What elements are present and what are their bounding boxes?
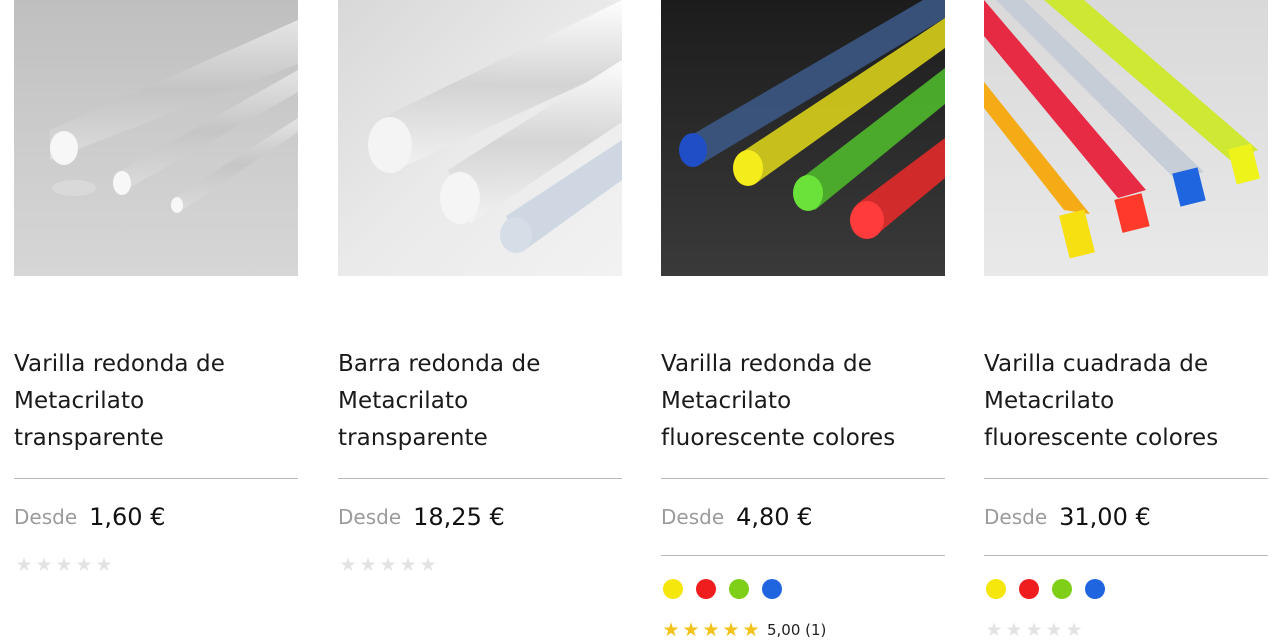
product-title-line: Varilla cuadrada de (984, 351, 1209, 377)
color-swatch-blue[interactable] (1085, 579, 1105, 599)
price-value: 4,80 € (736, 503, 813, 531)
price-row: Desde 1,60 € (14, 500, 165, 534)
star-icon: ★ (662, 619, 680, 640)
price-row: Desde 31,00 € (984, 500, 1151, 534)
star-icon: ★ (399, 554, 417, 576)
product-title-line: Metacrilato (984, 388, 1115, 414)
product-title-line: transparente (338, 425, 488, 451)
product-title-line: transparente (14, 425, 164, 451)
product-title-line: fluorescente colores (661, 425, 896, 451)
color-swatch-green[interactable] (1052, 579, 1072, 599)
color-swatch-red[interactable] (1019, 579, 1039, 599)
star-icon: ★ (339, 554, 357, 576)
price-value: 31,00 € (1059, 503, 1151, 531)
color-swatches (986, 579, 1118, 599)
star-icon: ★ (742, 619, 760, 640)
product-title-line: Varilla redonda de (14, 351, 225, 377)
product-title-line: Metacrilato (14, 388, 145, 414)
star-icon: ★ (419, 554, 437, 576)
product-title-line: Metacrilato (661, 388, 792, 414)
star-icon: ★ (985, 619, 1003, 640)
product-title[interactable]: Varilla redonda de Metacrilato fluoresce… (661, 346, 945, 457)
price-value: 18,25 € (413, 503, 505, 531)
star-icon: ★ (1065, 619, 1083, 640)
star-icon: ★ (1045, 619, 1063, 640)
divider (661, 478, 945, 479)
star-icon: ★ (55, 554, 73, 576)
color-swatch-blue[interactable] (762, 579, 782, 599)
star-icon: ★ (359, 554, 377, 576)
price-row: Desde 18,25 € (338, 500, 505, 534)
rating-count: 5,00 (1) (767, 621, 827, 639)
product-title-line: Metacrilato (338, 388, 469, 414)
product-title[interactable]: Barra redonda de Metacrilato transparent… (338, 346, 622, 457)
star-icon: ★ (75, 554, 93, 576)
divider (984, 478, 1268, 479)
product-title-line: Varilla redonda de (661, 351, 872, 377)
product-card[interactable]: Varilla redonda de Metacrilato fluoresce… (661, 0, 945, 640)
star-rating[interactable]: ★ ★ ★ ★ ★ 5,00 (1) (661, 620, 826, 640)
divider (14, 478, 298, 479)
product-card[interactable]: Barra redonda de Metacrilato transparent… (338, 0, 622, 640)
divider (984, 555, 1268, 556)
product-grid: Varilla redonda de Metacrilato transpare… (0, 0, 1280, 640)
product-card[interactable]: Varilla redonda de Metacrilato transpare… (14, 0, 298, 640)
star-icon: ★ (379, 554, 397, 576)
divider (661, 555, 945, 556)
color-swatch-yellow[interactable] (986, 579, 1006, 599)
star-icon: ★ (95, 554, 113, 576)
product-title-line: Barra redonda de (338, 351, 541, 377)
price-prefix: Desde (661, 505, 725, 529)
product-image[interactable] (984, 0, 1268, 276)
star-rating: ★ ★ ★ ★ ★ (984, 620, 1084, 640)
product-card[interactable]: Varilla cuadrada de Metacrilato fluoresc… (984, 0, 1268, 640)
price-prefix: Desde (338, 505, 402, 529)
color-swatch-red[interactable] (696, 579, 716, 599)
product-image[interactable] (14, 0, 298, 276)
color-swatch-yellow[interactable] (663, 579, 683, 599)
star-icon: ★ (1025, 619, 1043, 640)
star-icon: ★ (702, 619, 720, 640)
product-title[interactable]: Varilla redonda de Metacrilato transpare… (14, 346, 298, 457)
product-title-line: fluorescente colores (984, 425, 1219, 451)
product-image[interactable] (661, 0, 945, 276)
color-swatch-green[interactable] (729, 579, 749, 599)
product-image[interactable] (338, 0, 622, 276)
star-icon: ★ (35, 554, 53, 576)
star-icon: ★ (722, 619, 740, 640)
product-title[interactable]: Varilla cuadrada de Metacrilato fluoresc… (984, 346, 1268, 457)
star-rating: ★ ★ ★ ★ ★ (338, 555, 438, 575)
star-icon: ★ (682, 619, 700, 640)
price-prefix: Desde (984, 505, 1048, 529)
color-swatches (663, 579, 795, 599)
price-value: 1,60 € (89, 503, 166, 531)
star-icon: ★ (15, 554, 33, 576)
star-icon: ★ (1005, 619, 1023, 640)
star-rating: ★ ★ ★ ★ ★ (14, 555, 114, 575)
divider (338, 478, 622, 479)
price-row: Desde 4,80 € (661, 500, 812, 534)
price-prefix: Desde (14, 505, 78, 529)
